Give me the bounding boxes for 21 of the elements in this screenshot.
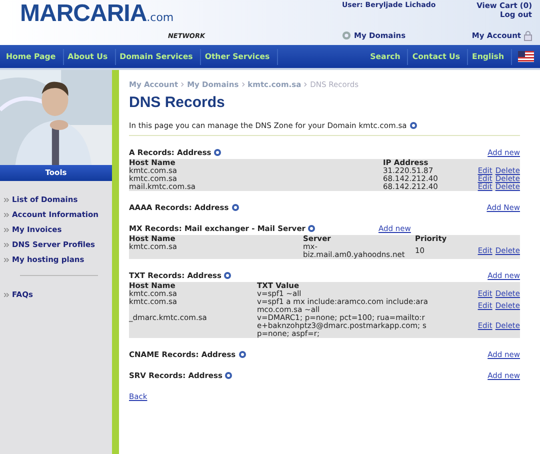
flag-icon[interactable]	[518, 51, 534, 62]
info-icon[interactable]	[224, 272, 232, 279]
logo: MARCARIA	[20, 2, 147, 26]
logo-suffix: .com	[146, 11, 174, 24]
page-title: DNS Records	[129, 94, 226, 111]
chevron-icon	[4, 293, 9, 297]
chevron-icon	[304, 82, 308, 87]
chevron-icon	[4, 258, 9, 262]
lock-icon	[524, 30, 532, 40]
info-icon[interactable]	[232, 204, 239, 211]
info-icon[interactable]	[410, 122, 417, 129]
chevron-icon	[4, 213, 9, 217]
chevron-icon	[4, 243, 9, 247]
chevron-icon	[4, 198, 9, 202]
info-icon[interactable]	[308, 225, 316, 232]
chevron-icon	[4, 228, 9, 232]
chevron-icon	[242, 82, 245, 87]
info-icon[interactable]	[238, 351, 246, 358]
info-icon[interactable]	[214, 149, 222, 156]
chevron-icon	[181, 82, 184, 87]
info-icon[interactable]	[225, 372, 232, 379]
